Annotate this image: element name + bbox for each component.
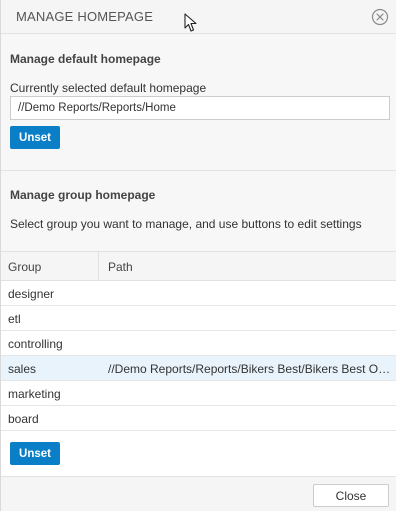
default-homepage-section: Manage default homepage Currently select… [1, 34, 396, 171]
group-cell: board [8, 412, 39, 426]
table-row-etl[interactable]: etl [1, 306, 396, 331]
column-header-path[interactable]: Path [108, 260, 133, 274]
group-homepage-heading: Manage group homepage [10, 188, 156, 202]
table-row-sales[interactable]: sales //Demo Reports/Reports/Bikers Best… [1, 356, 396, 381]
dialog-footer: Close [1, 476, 396, 511]
default-homepage-field[interactable] [10, 96, 390, 120]
group-cell: designer [8, 287, 55, 301]
group-cell: marketing [8, 387, 61, 401]
default-homepage-heading: Manage default homepage [10, 52, 161, 66]
table-row-board[interactable]: board [1, 406, 396, 431]
group-cell: etl [8, 312, 21, 326]
group-table: Group Path designer etl controlling sale… [1, 251, 396, 431]
group-homepage-section: Manage group homepage Select group you w… [1, 171, 396, 251]
group-cell: controlling [8, 337, 63, 351]
unset-default-button[interactable]: Unset [10, 126, 60, 149]
column-divider[interactable] [98, 252, 99, 281]
current-default-label: Currently selected default homepage [10, 81, 207, 95]
group-cell: sales [8, 362, 37, 376]
manage-homepage-dialog: MANAGE HOMEPAGE Manage default homepage … [0, 0, 396, 511]
column-header-group[interactable]: Group [8, 260, 41, 274]
table-header: Group Path [1, 251, 396, 281]
mouse-cursor-icon [184, 13, 197, 32]
close-circle-icon[interactable] [371, 8, 389, 26]
group-instructions: Select group you want to manage, and use… [10, 217, 362, 231]
dialog-title: MANAGE HOMEPAGE [16, 9, 154, 24]
table-row-controlling[interactable]: controlling [1, 331, 396, 356]
dialog-header: MANAGE HOMEPAGE [1, 0, 396, 34]
close-button[interactable]: Close [313, 484, 389, 507]
unset-group-button[interactable]: Unset [10, 442, 60, 465]
path-cell: //Demo Reports/Reports/Bikers Best/Biker… [108, 362, 392, 376]
table-row-designer[interactable]: designer [1, 281, 396, 306]
table-row-marketing[interactable]: marketing [1, 381, 396, 406]
